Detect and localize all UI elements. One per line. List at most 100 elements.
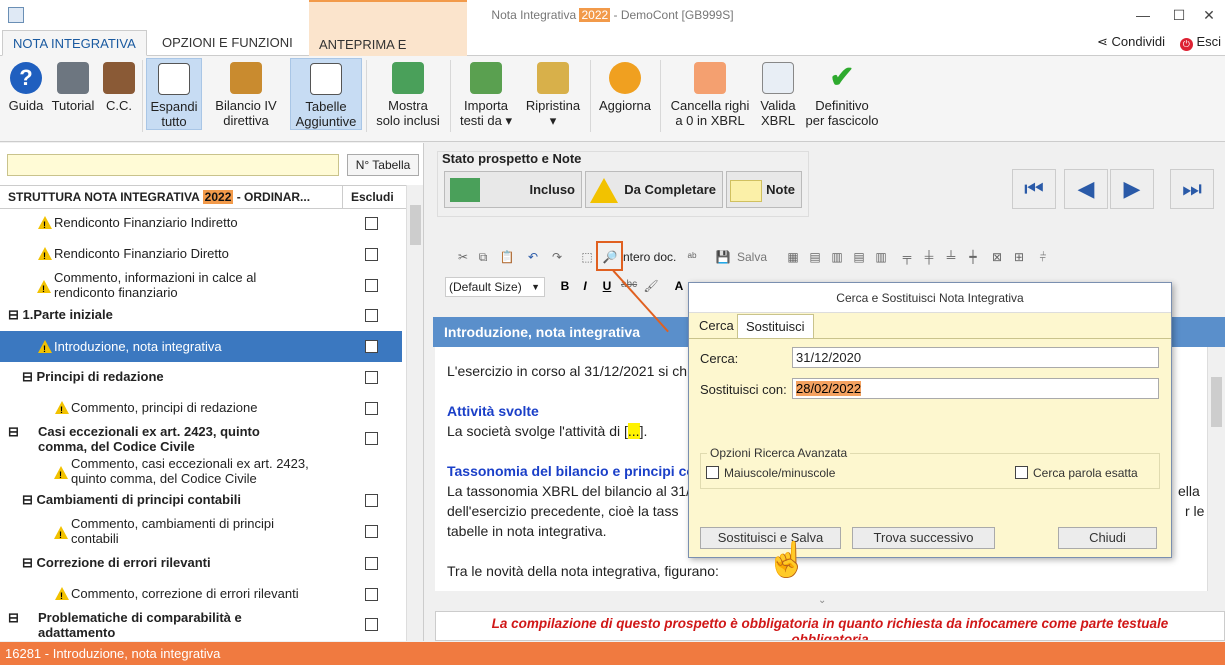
tree-item[interactable]: ⊟ Casi eccezionali ex art. 2423, quinto c… (0, 424, 402, 456)
collapse-icon[interactable]: ⊟ (8, 424, 19, 439)
exclude-checkbox[interactable] (365, 309, 378, 322)
exclude-checkbox[interactable] (365, 525, 378, 538)
table-tool-icon[interactable]: ╪ (921, 250, 937, 266)
find-next-button[interactable]: Trova successivo (852, 527, 995, 549)
collapse-icon[interactable]: ⊟ (22, 369, 37, 384)
salva-label[interactable]: Salva (737, 250, 767, 264)
table-tool-icon[interactable]: ┿ (965, 250, 981, 266)
spellcheck-icon[interactable]: ᵃᵇ (684, 250, 700, 266)
intero-doc-label[interactable]: ntero doc. (623, 250, 676, 264)
exclude-checkbox[interactable] (365, 371, 378, 384)
tabelle-aggiuntive-button[interactable]: Tabelle Aggiuntive (290, 58, 362, 130)
case-sensitive-checkbox[interactable] (706, 466, 719, 479)
da-completare-button[interactable]: Da Completare (585, 171, 723, 208)
note-button[interactable]: Note (726, 171, 802, 208)
tutorial-button[interactable]: Tutorial (48, 58, 98, 130)
tree-scroll-thumb[interactable] (410, 205, 421, 245)
last-record-button[interactable]: ⏭ (1170, 169, 1214, 209)
tree-item[interactable]: Commento, correzione di errori rilevanti (0, 586, 402, 608)
close-window-button[interactable]: ✕ (1198, 4, 1220, 26)
tab-anteprima-stampa[interactable]: ANTEPRIMA E STAMPA (309, 0, 467, 77)
table-tool-icon[interactable]: ⊠ (989, 250, 1005, 266)
incluso-button[interactable]: Incluso (444, 171, 582, 208)
table-tool-icon[interactable]: ▥ (873, 250, 889, 266)
exit-button[interactable]: ⏻ Esci (1179, 34, 1221, 51)
tree-item[interactable]: ⊟ 1.Parte iniziale (0, 307, 402, 329)
close-dialog-button[interactable]: Chiudi (1058, 527, 1157, 549)
table-tool-icon[interactable]: ╧ (943, 250, 959, 266)
tab-sostituisci[interactable]: Sostituisci (737, 314, 814, 338)
table-tool-icon[interactable]: ⊞ (1011, 250, 1027, 266)
exclude-checkbox[interactable] (365, 588, 378, 601)
exclude-checkbox[interactable] (365, 494, 378, 507)
maximize-button[interactable]: ☐ (1168, 4, 1190, 26)
guida-button[interactable]: ? Guida (4, 58, 48, 130)
undo-icon[interactable]: ↶ (525, 250, 541, 266)
minimize-button[interactable]: — (1132, 4, 1154, 26)
font-size-select[interactable]: (Default Size) ▼ (445, 277, 545, 297)
tree-item[interactable]: Commento, casi eccezionali ex art. 2423,… (0, 456, 402, 488)
importa-testi-button[interactable]: Importa testi da ▾ (454, 58, 518, 130)
redo-icon[interactable]: ↷ (549, 250, 565, 266)
valida-xbrl-button[interactable]: Valida XBRL (756, 58, 800, 130)
format-painter-icon[interactable]: 🖌 (643, 279, 659, 295)
sostituisci-input[interactable]: 28/02/2022 (792, 378, 1159, 399)
collapse-icon[interactable]: ⊟ (8, 610, 19, 625)
paste-icon[interactable]: 📋 (499, 250, 515, 266)
table-tool-icon[interactable]: ╤ (899, 250, 915, 266)
tree-item[interactable]: Commento, informazioni in calce al rendi… (0, 270, 402, 302)
n-tabella-button[interactable]: N° Tabella (347, 154, 419, 176)
collapse-icon[interactable]: ⊟ (22, 555, 37, 570)
collapse-icon[interactable]: ⊟ (8, 307, 23, 322)
tree-item[interactable]: ⊟ Principi di redazione (0, 369, 402, 391)
tree-item[interactable]: Rendiconto Finanziario Diretto (0, 246, 402, 268)
next-record-button[interactable]: ▶ (1110, 169, 1154, 209)
tree-item[interactable]: Rendiconto Finanziario Indiretto (0, 215, 402, 237)
exclude-checkbox[interactable] (365, 432, 378, 445)
splitter-icon[interactable]: ⌄ (818, 595, 826, 606)
save-icon[interactable]: 💾 (715, 250, 731, 266)
table-tool-icon[interactable]: ▤ (807, 250, 823, 266)
mostra-inclusi-button[interactable]: Mostra solo inclusi (370, 58, 446, 130)
tree-item[interactable]: Commento, cambiamenti di principi contab… (0, 516, 402, 548)
tree-item[interactable]: ⊟ Cambiamenti di principi contabili (0, 492, 402, 514)
tree-item[interactable]: ⊟ Correzione di errori rilevanti (0, 555, 402, 577)
exclude-checkbox[interactable] (365, 217, 378, 230)
document-scrollbar[interactable] (1207, 347, 1224, 591)
definitivo-button[interactable]: ✔ Definitivo per fascicolo (800, 58, 884, 130)
exclude-checkbox[interactable] (365, 340, 378, 353)
tab-nota-integrativa[interactable]: NOTA INTEGRATIVA (2, 30, 147, 56)
tab-cerca[interactable]: Cerca (691, 314, 742, 338)
espandi-tutto-button[interactable]: Espandi tutto (146, 58, 202, 130)
tree-item[interactable]: ⊟ Problematiche di comparabilità e adatta… (0, 610, 402, 641)
document-scroll-thumb[interactable] (1211, 377, 1222, 427)
cc-button[interactable]: C.C. (100, 58, 138, 130)
share-button[interactable]: ⋖ Condividi (1097, 34, 1165, 50)
search-input[interactable] (7, 154, 339, 176)
exclude-checkbox[interactable] (365, 248, 378, 261)
exclude-checkbox[interactable] (365, 402, 378, 415)
whole-word-checkbox[interactable] (1015, 466, 1028, 479)
italic-icon[interactable]: I (577, 279, 593, 295)
tree-item[interactable]: Commento, principi di redazione (0, 400, 402, 422)
select-all-icon[interactable]: ⬚ (579, 250, 595, 266)
aggiorna-button[interactable]: Aggiorna (594, 58, 656, 130)
collapse-icon[interactable]: ⊟ (22, 492, 37, 507)
tree-item-selected[interactable]: Introduzione, nota integrativa (0, 331, 402, 362)
tree-scrollbar[interactable] (406, 185, 423, 641)
table-tool-icon[interactable]: ⫩ (1035, 250, 1051, 266)
cut-icon[interactable]: ✂ (455, 250, 471, 266)
table-tool-icon[interactable]: ▤ (851, 250, 867, 266)
cancella-righi-button[interactable]: Cancella righi a 0 in XBRL (664, 58, 756, 130)
exclude-checkbox[interactable] (365, 618, 378, 631)
tab-opzioni-funzioni[interactable]: OPZIONI E FUNZIONI (152, 30, 303, 56)
ripristina-button[interactable]: Ripristina ▾ (520, 58, 586, 130)
bold-icon[interactable]: B (557, 279, 573, 295)
bilancio-iv-button[interactable]: Bilancio IV direttiva (208, 58, 284, 130)
cerca-input[interactable]: 31/12/2020 (792, 347, 1159, 368)
underline-icon[interactable]: U (599, 279, 615, 295)
table-icon[interactable]: ▦ (785, 250, 801, 266)
font-color-icon[interactable]: A (671, 279, 687, 295)
first-record-button[interactable]: ⏮ (1012, 169, 1056, 209)
table-tool-icon[interactable]: ▥ (829, 250, 845, 266)
